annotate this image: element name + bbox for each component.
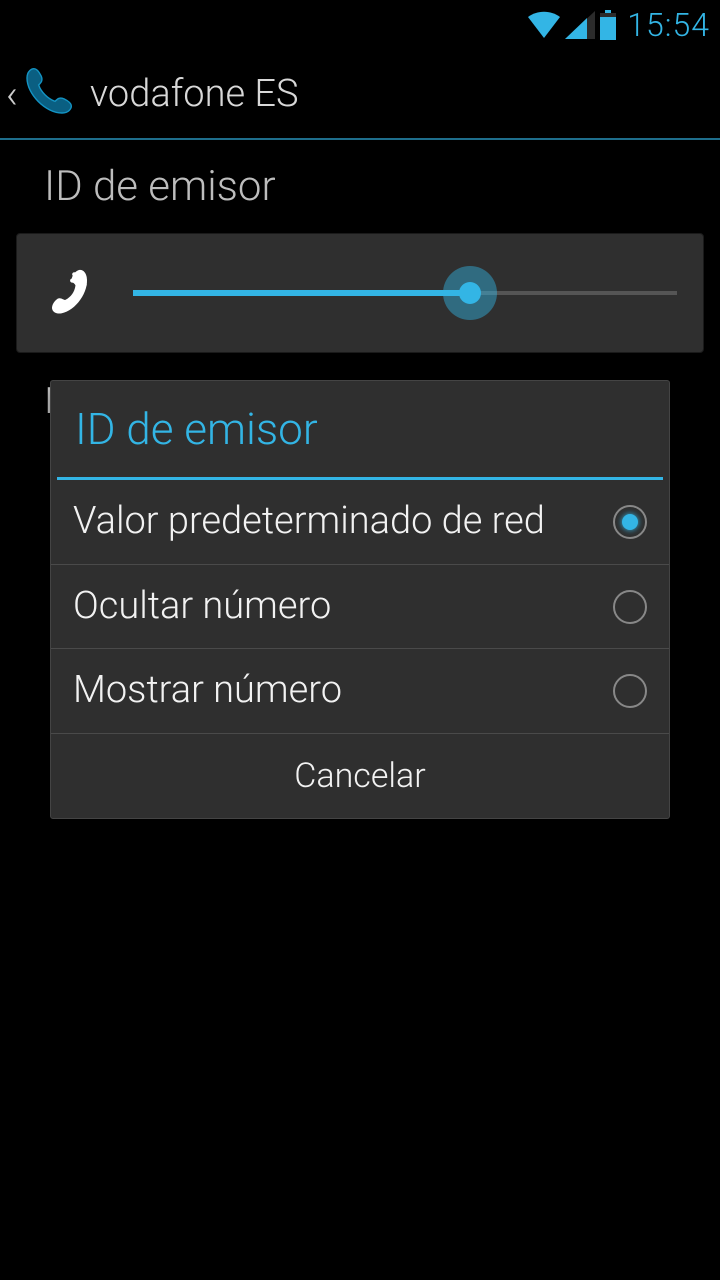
in-call-volume-icon [43, 266, 93, 320]
action-bar[interactable]: ‹ vodafone ES [0, 50, 720, 140]
back-icon[interactable]: ‹ [6, 71, 18, 118]
option-hide-number[interactable]: Ocultar número [51, 565, 669, 650]
option-label: Mostrar número [73, 669, 342, 713]
caller-id-dialog: ID de emisor Valor predeterminado de red… [50, 380, 670, 819]
radio-icon[interactable] [613, 505, 647, 539]
status-bar: 15:54 [0, 0, 720, 50]
cell-signal-icon [565, 11, 595, 39]
cancel-button[interactable]: Cancelar [51, 734, 669, 818]
option-show-number[interactable]: Mostrar número [51, 649, 669, 734]
slider-fill [133, 290, 470, 296]
wifi-icon [527, 11, 561, 39]
volume-slider[interactable] [133, 273, 677, 313]
dialog-title: ID de emisor [51, 381, 669, 477]
option-network-default[interactable]: Valor predeterminado de red [51, 480, 669, 565]
battery-icon [599, 10, 617, 40]
option-label: Ocultar número [73, 585, 331, 629]
volume-panel [16, 233, 704, 353]
phone-icon [20, 64, 76, 124]
radio-icon[interactable] [613, 590, 647, 624]
action-bar-title: vodafone ES [90, 72, 299, 116]
status-clock: 15:54 [627, 6, 710, 44]
radio-icon[interactable] [613, 674, 647, 708]
slider-thumb[interactable] [459, 282, 481, 304]
option-label: Valor predeterminado de red [73, 500, 545, 544]
section-title-caller-id: ID de emisor [44, 162, 704, 211]
